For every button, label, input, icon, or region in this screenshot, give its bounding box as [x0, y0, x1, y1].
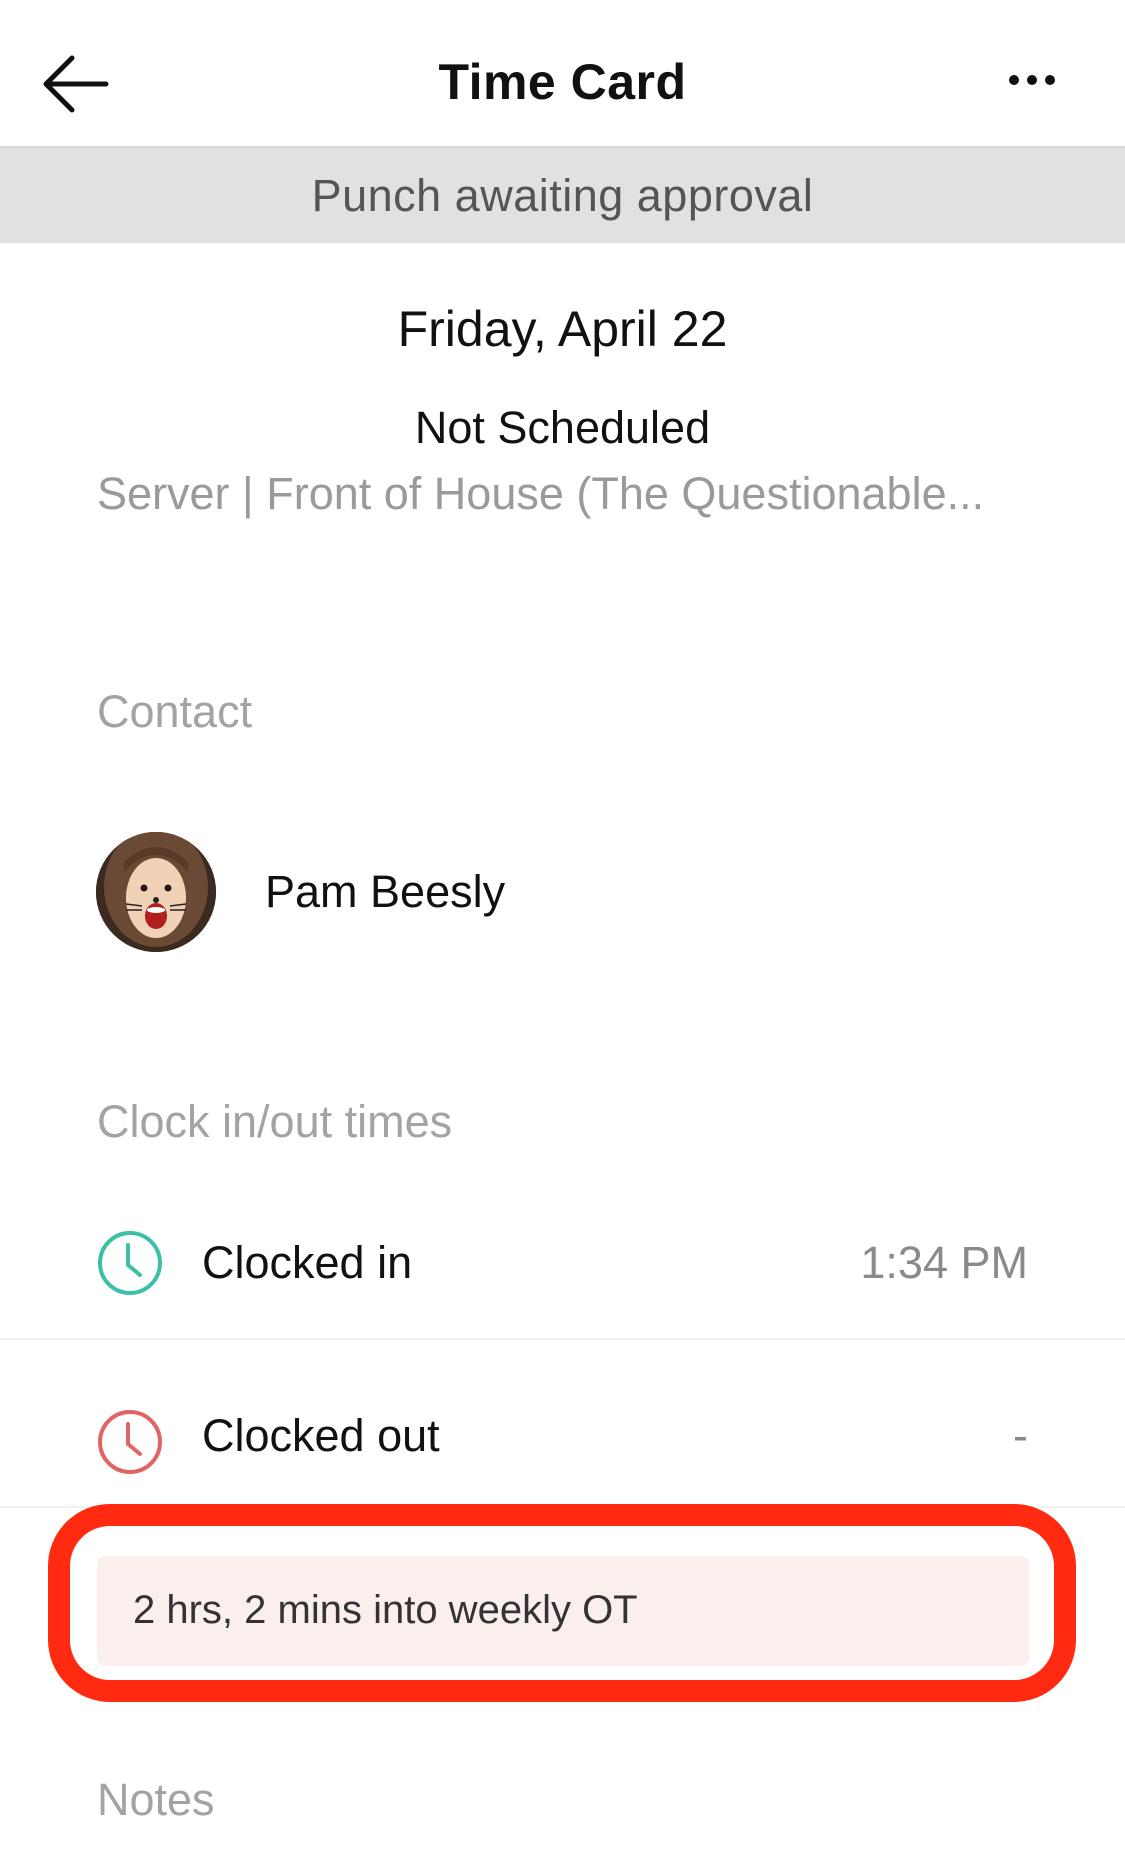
notes-section-label: Notes	[97, 1774, 215, 1825]
page-title: Time Card	[438, 54, 687, 110]
avatar[interactable]	[96, 832, 216, 952]
clocked-in-label: Clocked in	[202, 1237, 413, 1288]
clocked-in-row[interactable]: Clocked in 1:34 PM	[0, 1190, 1125, 1340]
clock-icon	[98, 1410, 162, 1474]
clocked-out-row[interactable]: Clocked out -	[0, 1358, 1125, 1508]
schedule-status: Not Scheduled	[414, 402, 711, 453]
contact-section-label: Contact	[97, 686, 253, 737]
status-banner: Punch awaiting approval	[0, 148, 1125, 243]
shift-date: Friday, April 22	[397, 301, 728, 357]
clock-section-label: Clock in/out times	[97, 1096, 453, 1147]
avatar-photo	[96, 832, 216, 952]
clocked-out-label: Clocked out	[202, 1410, 440, 1461]
more-horizontal-icon	[1009, 75, 1055, 85]
highlight-annotation	[48, 1504, 1076, 1702]
clock-icon	[98, 1231, 162, 1295]
clocked-out-time: -	[1013, 1410, 1028, 1461]
clocked-in-time: 1:34 PM	[860, 1237, 1028, 1288]
contact-name[interactable]: Pam Beesly	[265, 864, 505, 920]
header-bar: Time Card	[0, 0, 1125, 148]
more-options-button[interactable]	[1005, 62, 1065, 102]
shift-position: Server | Front of House (The Questionabl…	[97, 468, 985, 519]
